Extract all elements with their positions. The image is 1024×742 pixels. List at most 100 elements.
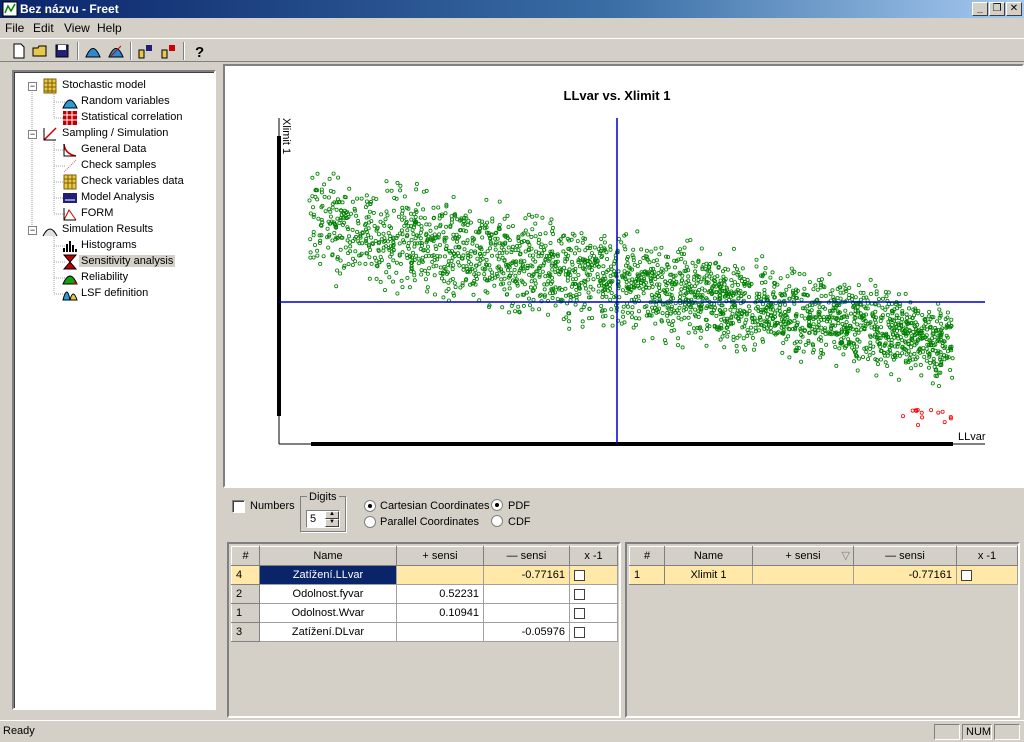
scatter-point (852, 332, 857, 337)
invert-checkbox[interactable] (574, 607, 585, 619)
scatter-point (482, 272, 487, 277)
restore-button[interactable]: ❐ (989, 2, 1005, 16)
invert-checkbox[interactable] (574, 626, 585, 638)
save-icon[interactable] (53, 42, 71, 60)
table-row[interactable]: 4 Zatížení.LLvar -0.77161 (231, 565, 618, 585)
row-plus-sensi (396, 622, 484, 642)
status-pane-empty (934, 724, 960, 740)
tree-node-sampling-simulation[interactable]: − Sampling / Simulation (14, 126, 214, 142)
scatter-point (364, 199, 369, 204)
tree-node-lsf-definition[interactable]: LSF definition (14, 286, 214, 302)
scatter-point (541, 261, 546, 266)
cartesian-radio[interactable] (364, 500, 376, 512)
row-minus-sensi: -0.77161 (853, 565, 957, 585)
col-header-minus-sensi[interactable]: — sensi (853, 546, 957, 566)
menu-edit[interactable]: Edit (33, 21, 54, 35)
menu-file[interactable]: File (5, 21, 24, 35)
table-row[interactable]: 2 Odolnost.fyvar 0.52231 (231, 584, 618, 604)
row-name[interactable]: Zatížení.LLvar (259, 565, 397, 585)
cdf-radio[interactable] (491, 515, 503, 527)
collapse-toggle[interactable]: − (28, 82, 37, 91)
col-header-minus-sensi[interactable]: — sensi (483, 546, 570, 566)
pdf-radio[interactable] (491, 499, 503, 511)
scatter-point (366, 233, 371, 238)
scatter-point (473, 268, 478, 273)
scatter-point (908, 352, 913, 357)
scatter-point (402, 194, 407, 199)
minimize-button[interactable]: _ (972, 2, 988, 16)
invert-checkbox[interactable] (574, 588, 585, 600)
scatter-point (818, 335, 823, 340)
distribution-alt-icon[interactable] (107, 42, 125, 60)
scatter-point (720, 269, 725, 274)
scatter-point (704, 327, 709, 332)
distribution-icon[interactable] (84, 42, 102, 60)
col-header-name[interactable]: Name (664, 546, 753, 566)
scatter-point (510, 224, 515, 229)
col-header-plus-sensi[interactable]: + sensi (396, 546, 484, 566)
tree-node-sensitivity-analysis[interactable]: Sensitivity analysis (14, 254, 214, 270)
col-header-plus-sensi[interactable]: + sensi ▽ (752, 546, 854, 566)
scatter-point (346, 251, 351, 256)
scatter-point (572, 251, 577, 256)
spin-up-icon[interactable]: ▲ (325, 511, 339, 519)
collapse-toggle[interactable]: − (28, 226, 37, 235)
invert-checkbox[interactable] (961, 569, 972, 581)
scatter-point (853, 295, 858, 300)
scatter-point (412, 273, 417, 278)
digits-spinner[interactable]: 5 ▲ ▼ (306, 510, 340, 528)
row-name[interactable]: Xlimit 1 (664, 565, 753, 585)
scatter-point (930, 381, 935, 386)
scatter-point (515, 283, 520, 288)
tree-node-form[interactable]: FORM (14, 206, 214, 222)
scatter-point (583, 283, 588, 288)
scatter-point (576, 272, 581, 277)
numbers-checkbox[interactable] (232, 500, 245, 513)
tree-node-check-variables-data[interactable]: Check variables data (14, 174, 214, 190)
open-folder-icon[interactable] (31, 42, 49, 60)
col-header-name[interactable]: Name (259, 546, 397, 566)
tree-node-histograms[interactable]: Histograms (14, 238, 214, 254)
results-curve-icon (42, 228, 58, 237)
tree-node-reliability[interactable]: Reliability (14, 270, 214, 286)
scatter-point (734, 267, 739, 272)
table-row[interactable]: 1 Xlimit 1 -0.77161 (629, 565, 1018, 585)
row-name[interactable]: Zatížení.DLvar (259, 622, 397, 642)
col-header-index[interactable]: # (629, 546, 665, 566)
menu-view[interactable]: View (64, 21, 90, 35)
parallel-radio[interactable] (364, 516, 376, 528)
run-analysis-icon[interactable] (160, 42, 178, 60)
tree-node-check-samples[interactable]: Check samples (14, 158, 214, 174)
col-header-index[interactable]: # (231, 546, 260, 566)
run-simulation-icon[interactable] (137, 42, 155, 60)
tree-node-statistical-correlation[interactable]: Statistical correlation (14, 110, 214, 126)
new-file-icon[interactable] (10, 42, 28, 60)
scatter-point (823, 293, 828, 298)
tree-node-stochastic-model[interactable]: − Stochastic model (14, 78, 214, 94)
help-icon[interactable]: ? (190, 42, 208, 60)
scatter-point (442, 279, 447, 284)
scatter-point (504, 250, 509, 255)
row-name[interactable]: Odolnost.Wvar (259, 603, 397, 623)
scatter-point (903, 291, 908, 296)
spin-down-icon[interactable]: ▼ (325, 519, 339, 527)
tree-node-random-variables[interactable]: Random variables (14, 94, 214, 110)
row-name[interactable]: Odolnost.fyvar (259, 584, 397, 604)
table-row[interactable]: 1 Odolnost.Wvar 0.10941 (231, 603, 618, 623)
col-header-x-1[interactable]: x -1 (956, 546, 1018, 566)
col-header-x-1[interactable]: x -1 (569, 546, 618, 566)
scatter-point (332, 230, 337, 235)
table-row[interactable]: 3 Zatížení.DLvar -0.05976 (231, 622, 618, 642)
tree-node-simulation-results[interactable]: − Simulation Results (14, 222, 214, 238)
scatter-point (922, 354, 927, 359)
tree-node-general-data[interactable]: General Data (14, 142, 214, 158)
collapse-toggle[interactable]: − (28, 130, 37, 139)
scatter-point (625, 256, 630, 261)
scatter-point (948, 367, 953, 372)
scatter-point (586, 290, 591, 295)
close-button[interactable]: ✕ (1006, 2, 1022, 16)
menu-help[interactable]: Help (97, 21, 122, 35)
tree-node-model-analysis[interactable]: Model Analysis (14, 190, 214, 206)
invert-checkbox[interactable] (574, 569, 585, 581)
tree-label: General Data (81, 143, 147, 155)
